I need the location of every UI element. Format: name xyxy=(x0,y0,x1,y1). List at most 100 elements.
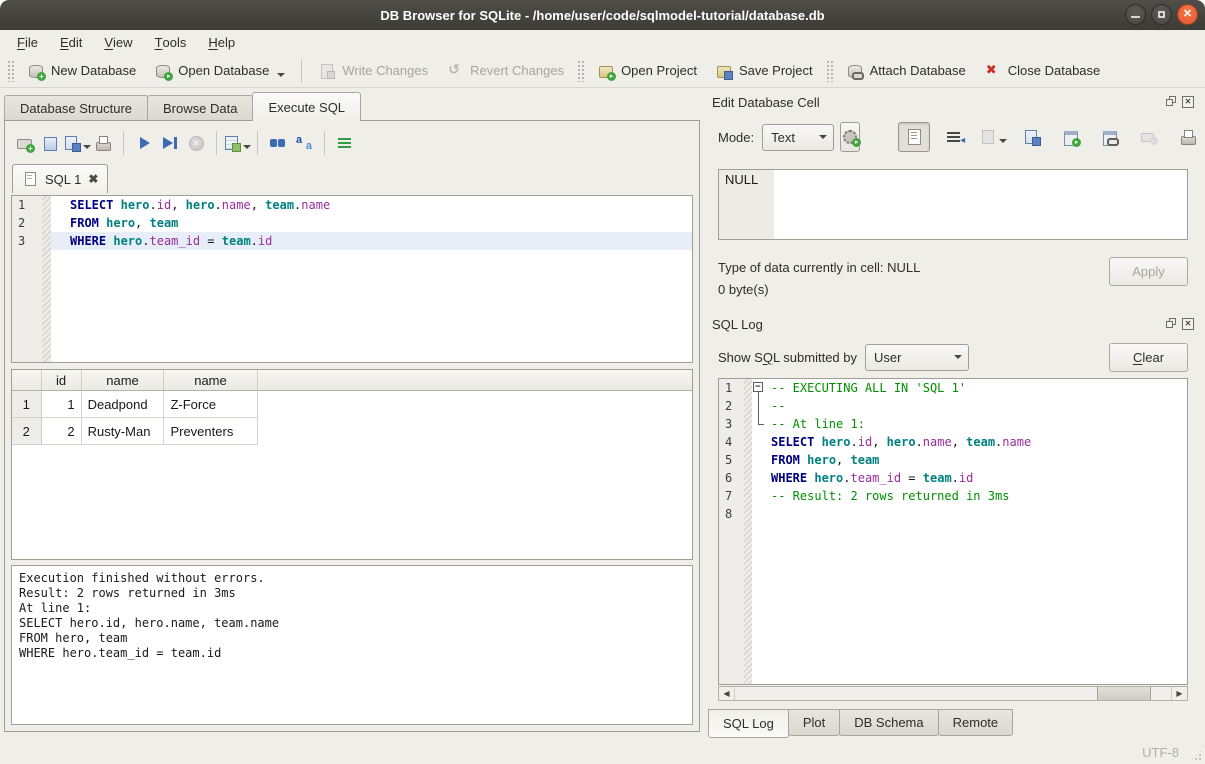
minimize-icon xyxy=(1131,16,1140,18)
close-database-button[interactable]: Close Database xyxy=(975,57,1110,85)
print-button[interactable] xyxy=(1173,123,1203,151)
sql-tab[interactable]: SQL 1 ✖ xyxy=(12,164,108,193)
close-tab-icon[interactable]: ✖ xyxy=(88,173,98,185)
filter-select[interactable]: User xyxy=(865,344,969,371)
edit-cell-panel-header: Edit Database Cell ✕ xyxy=(712,92,1194,112)
right-dock: Edit Database Cell ✕ Mode: Text NULL Typ… xyxy=(706,92,1199,736)
filter-value: User xyxy=(874,350,944,365)
close-panel-icon[interactable]: ✕ xyxy=(1182,96,1194,108)
new-database-button[interactable]: New Database xyxy=(18,57,145,85)
open-project-button[interactable]: Open Project xyxy=(588,57,706,85)
row-header[interactable]: 2 xyxy=(12,418,41,445)
toolbar-separator xyxy=(216,131,217,155)
cell[interactable]: Preventers xyxy=(164,418,257,445)
export-file-button[interactable] xyxy=(1017,123,1047,151)
auto-switch-mode-button[interactable] xyxy=(840,122,860,152)
find-replace-button[interactable] xyxy=(291,130,317,156)
find-button[interactable] xyxy=(265,130,291,156)
toolbar-handle[interactable] xyxy=(7,60,14,82)
maximize-icon xyxy=(1158,11,1165,18)
close-button[interactable]: ✕ xyxy=(1177,4,1198,25)
mode-label: Mode: xyxy=(718,130,754,145)
titlebar[interactable]: DB Browser for SQLite - /home/user/code/… xyxy=(0,0,1205,30)
sql-editor[interactable]: 1SELECT hero.id, hero.name, team.name2FR… xyxy=(11,195,693,363)
print-button[interactable] xyxy=(90,130,116,156)
log-h-scrollbar[interactable]: ◀ ▶ xyxy=(718,686,1188,701)
clear-button[interactable]: Clear xyxy=(1109,343,1188,372)
dock-tab-remote[interactable]: Remote xyxy=(938,709,1014,736)
menu-edit[interactable]: Edit xyxy=(49,30,93,54)
window-controls: ✕ xyxy=(1125,4,1198,25)
menu-help[interactable]: Help xyxy=(197,30,246,54)
window-title: DB Browser for SQLite - /home/user/code/… xyxy=(380,8,824,23)
save-sql-file-button[interactable] xyxy=(64,130,90,156)
line-number: 3 xyxy=(12,232,42,250)
sql-log-title: SQL Log xyxy=(712,317,763,332)
scroll-right-icon[interactable]: ▶ xyxy=(1171,687,1187,700)
row-header[interactable]: 1 xyxy=(12,391,41,418)
menu-tools[interactable]: Tools xyxy=(144,30,198,54)
line-number: 7 xyxy=(719,487,744,505)
open-external-button[interactable] xyxy=(1095,123,1125,151)
scrollbar-track[interactable] xyxy=(735,687,1171,700)
execute-line-button[interactable] xyxy=(157,130,183,156)
scrollbar-thumb[interactable] xyxy=(1097,687,1151,700)
execute-all-button[interactable] xyxy=(131,130,157,156)
dropdown-arrow-icon[interactable] xyxy=(277,73,285,77)
resize-grip[interactable] xyxy=(1190,749,1203,762)
cell-value-area[interactable] xyxy=(774,170,1187,239)
dropdown-arrow-icon[interactable] xyxy=(243,145,251,149)
mode-select[interactable]: Text xyxy=(762,124,834,151)
open-sql-file-button[interactable] xyxy=(38,130,64,156)
cell[interactable]: Z-Force xyxy=(164,391,257,418)
tab-database-structure[interactable]: Database Structure xyxy=(4,95,148,121)
scroll-left-icon[interactable]: ◀ xyxy=(719,687,735,700)
new-sql-tab-button[interactable] xyxy=(12,130,38,156)
table-row[interactable]: 22Rusty-ManPreventers xyxy=(12,418,692,445)
open-database-button[interactable]: Open Database xyxy=(145,57,294,85)
dock-tab-plot[interactable]: Plot xyxy=(788,709,840,736)
cell-value-editor[interactable]: NULL xyxy=(718,169,1188,240)
close-panel-icon[interactable]: ✕ xyxy=(1182,318,1194,330)
save-results-button[interactable] xyxy=(224,130,250,156)
menu-view[interactable]: View xyxy=(93,30,143,54)
toolbar-handle[interactable] xyxy=(826,60,833,82)
output-line: Result: 2 rows returned in 3ms xyxy=(19,586,685,601)
cell[interactable]: Rusty-Man xyxy=(81,418,164,445)
cell[interactable]: 1 xyxy=(41,391,81,418)
toolbar-handle[interactable] xyxy=(577,60,584,82)
open-project-icon xyxy=(597,62,615,80)
corner-header[interactable] xyxy=(12,370,41,391)
attach-database-button[interactable]: Attach Database xyxy=(837,57,975,85)
word-wrap-button[interactable] xyxy=(939,123,969,151)
button-label: Attach Database xyxy=(870,63,966,78)
cell[interactable]: Deadpond xyxy=(81,391,164,418)
maximize-button[interactable] xyxy=(1151,4,1172,25)
fold-marker[interactable]: − xyxy=(752,379,766,397)
format-sql-button[interactable] xyxy=(332,130,358,156)
menu-file[interactable]: File xyxy=(6,30,49,54)
code-line: 1−-- EXECUTING ALL IN 'SQL 1' xyxy=(719,379,1187,397)
write-changes-button: Write Changes xyxy=(309,57,437,85)
line-number: 5 xyxy=(719,451,744,469)
text-mode-button[interactable] xyxy=(898,122,930,152)
import-file-button[interactable] xyxy=(1056,123,1086,151)
sql-log-view[interactable]: 1−-- EXECUTING ALL IN 'SQL 1'2--3-- At l… xyxy=(718,378,1188,685)
line-number: 1 xyxy=(12,196,42,214)
revert-changes-icon xyxy=(446,62,464,80)
float-panel-icon[interactable] xyxy=(1166,96,1178,108)
column-header-name-2[interactable]: name xyxy=(164,370,257,391)
dock-tab-db-schema[interactable]: DB Schema xyxy=(839,709,938,736)
column-header-name-1[interactable]: name xyxy=(81,370,164,391)
save-project-button[interactable]: Save Project xyxy=(706,57,822,85)
tab-execute-sql[interactable]: Execute SQL xyxy=(252,92,361,121)
dock-tab-sql-log[interactable]: SQL Log xyxy=(708,709,789,738)
float-panel-icon[interactable] xyxy=(1166,318,1178,330)
table-row[interactable]: 11DeadpondZ-Force xyxy=(12,391,692,418)
cell[interactable]: 2 xyxy=(41,418,81,445)
column-header-id-0[interactable]: id xyxy=(41,370,81,391)
minimize-button[interactable] xyxy=(1125,4,1146,25)
fold-column xyxy=(752,433,766,451)
tab-browse-data[interactable]: Browse Data xyxy=(147,95,253,121)
results-table[interactable]: idnamename11DeadpondZ-Force22Rusty-ManPr… xyxy=(11,369,693,560)
